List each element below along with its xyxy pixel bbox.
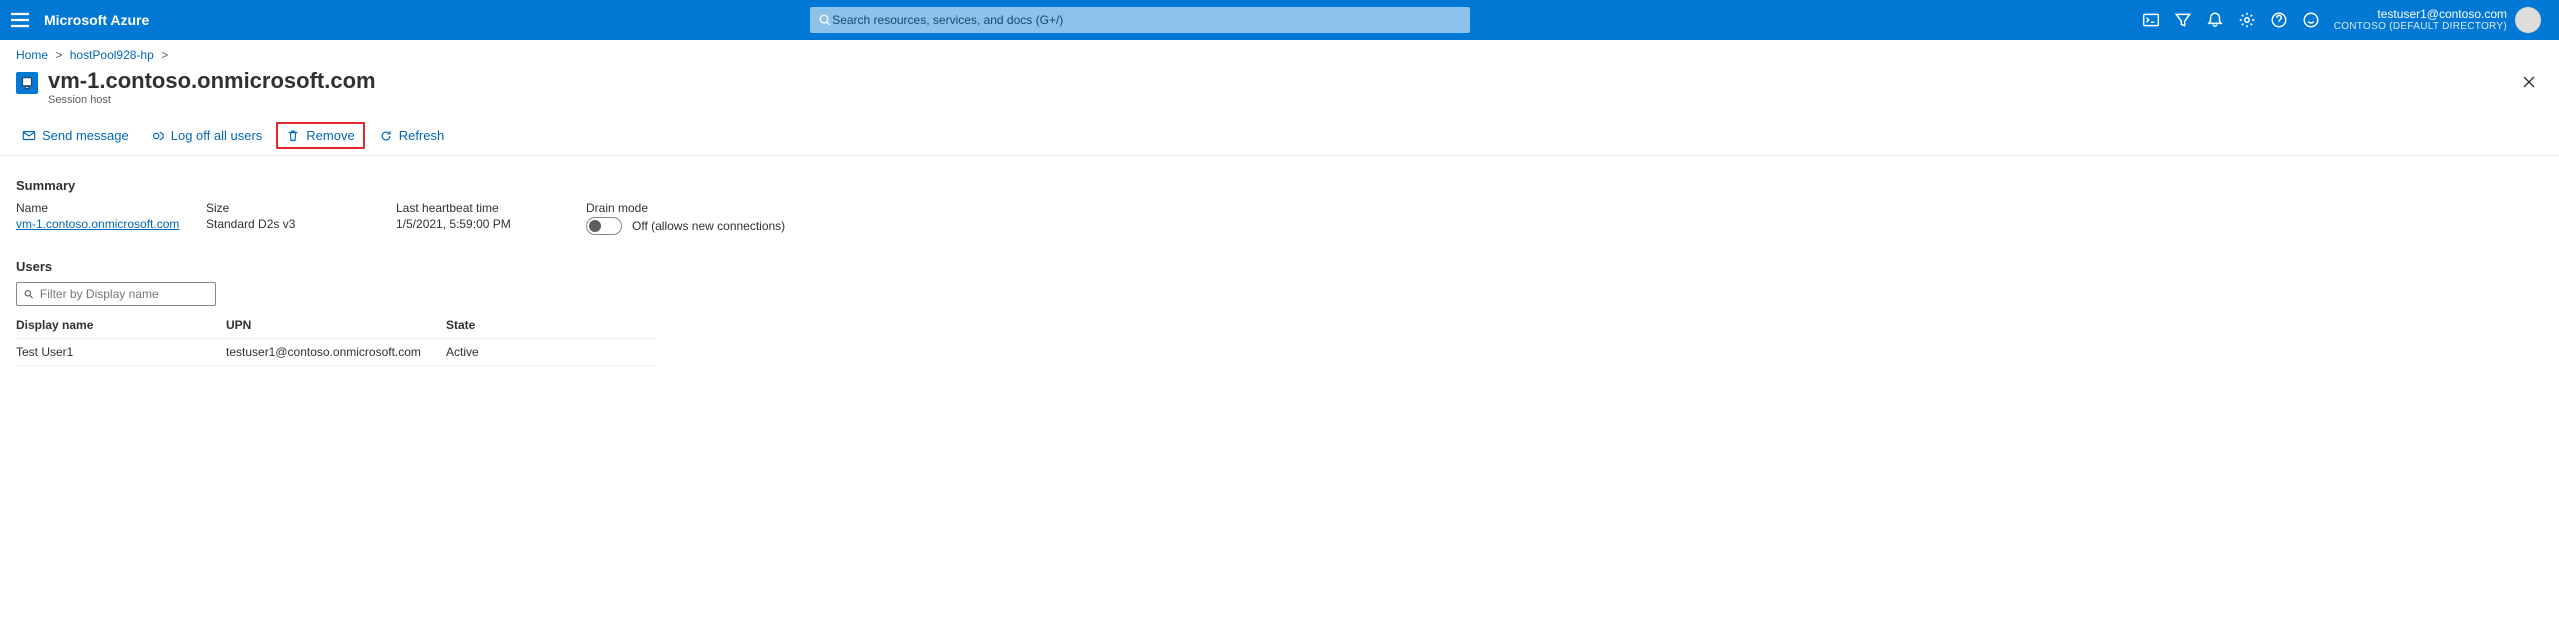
drain-toggle-label: Off (allows new connections)	[632, 219, 785, 233]
size-label: Size	[206, 201, 396, 215]
log-off-label: Log off all users	[171, 128, 263, 143]
avatar-icon	[2515, 7, 2541, 33]
summary-title: Summary	[16, 178, 2543, 193]
menu-button[interactable]	[8, 8, 32, 32]
cell-display: Test User1	[16, 345, 226, 359]
refresh-label: Refresh	[399, 128, 445, 143]
command-bar: Send message Log off all users Remove Re…	[0, 118, 2559, 156]
notifications-icon[interactable]	[2206, 11, 2224, 29]
breadcrumb: Home > hostPool928-hp >	[0, 40, 2559, 62]
search-input[interactable]	[832, 13, 1462, 27]
breadcrumb-hostpool[interactable]: hostPool928-hp	[70, 48, 154, 62]
resource-header: vm-1.contoso.onmicrosoft.com Session hos…	[0, 62, 2559, 118]
account-menu[interactable]: testuser1@contoso.com CONTOSO (DEFAULT D…	[2334, 7, 2541, 33]
col-upn: UPN	[226, 318, 446, 332]
users-title: Users	[16, 259, 2543, 274]
drain-label: Drain mode	[586, 201, 2543, 215]
users-table: Display name UPN State Test User1 testus…	[16, 312, 656, 366]
settings-icon[interactable]	[2238, 11, 2256, 29]
send-message-button[interactable]: Send message	[14, 124, 137, 147]
heartbeat-value: 1/5/2021, 5:59:00 PM	[396, 217, 586, 235]
cloud-shell-icon[interactable]	[2142, 11, 2160, 29]
breadcrumb-home[interactable]: Home	[16, 48, 48, 62]
search-box[interactable]	[810, 7, 1470, 33]
cell-upn: testuser1@contoso.onmicrosoft.com	[226, 345, 446, 359]
feedback-icon[interactable]	[2302, 11, 2320, 29]
name-value-link[interactable]: vm-1.contoso.onmicrosoft.com	[16, 217, 206, 235]
account-directory: CONTOSO (DEFAULT DIRECTORY)	[2334, 21, 2507, 32]
global-header: Microsoft Azure testuser1@contoso.com CO…	[0, 0, 2559, 40]
remove-button[interactable]: Remove	[276, 122, 364, 149]
remove-label: Remove	[306, 128, 354, 143]
page-title: vm-1.contoso.onmicrosoft.com	[48, 68, 376, 94]
close-button[interactable]	[2515, 68, 2543, 96]
col-state: State	[446, 318, 656, 332]
send-message-label: Send message	[42, 128, 129, 143]
cell-state: Active	[446, 345, 656, 359]
brand-label: Microsoft Azure	[44, 12, 149, 28]
heartbeat-label: Last heartbeat time	[396, 201, 586, 215]
help-icon[interactable]	[2270, 11, 2288, 29]
drain-toggle[interactable]: Off (allows new connections)	[586, 217, 2543, 235]
refresh-button[interactable]: Refresh	[371, 124, 453, 147]
size-value: Standard D2s v3	[206, 217, 396, 235]
directory-filter-icon[interactable]	[2174, 11, 2192, 29]
resource-icon	[16, 72, 38, 94]
filter-input[interactable]	[40, 287, 209, 301]
col-display: Display name	[16, 318, 226, 332]
summary-grid: Name Size Last heartbeat time Drain mode…	[16, 201, 2543, 235]
account-email: testuser1@contoso.com	[2377, 8, 2507, 21]
table-row: Test User1 testuser1@contoso.onmicrosoft…	[16, 339, 656, 366]
page-subtitle: Session host	[48, 94, 376, 106]
filter-box[interactable]	[16, 282, 216, 306]
log-off-button[interactable]: Log off all users	[143, 124, 271, 147]
name-label: Name	[16, 201, 206, 215]
